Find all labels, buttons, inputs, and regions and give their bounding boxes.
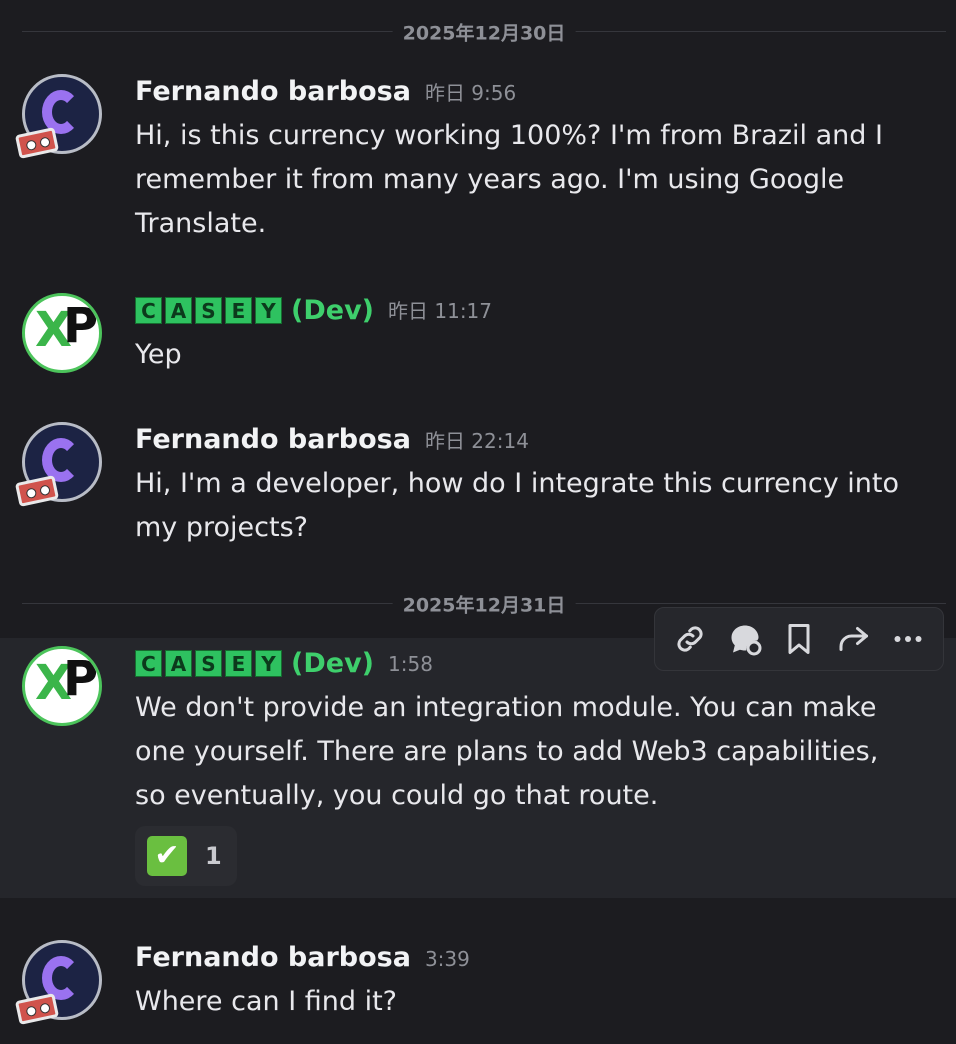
thread-icon[interactable] (722, 616, 768, 662)
message[interactable]: Fernando barbosa 3:39 Where can I find i… (0, 932, 956, 1042)
checkmark-icon: ✔ (147, 836, 187, 876)
message-text: Where can I find it? (135, 986, 398, 1017)
timestamp: 1:58 (388, 652, 433, 676)
reaction-count: 1 (205, 842, 222, 870)
timestamp: 昨日 9:56 (424, 81, 517, 105)
author-name[interactable]: Fernando barbosa (135, 942, 411, 973)
timestamp: 3:39 (424, 947, 470, 971)
date-divider: 2025年12月30日 (22, 18, 946, 46)
avatar[interactable]: XP (22, 293, 102, 373)
avatar[interactable] (14, 422, 102, 507)
message[interactable]: XP C A S E Y (Dev) 昨日 11:17 Yep (0, 285, 956, 385)
forward-icon[interactable] (830, 616, 876, 662)
avatar[interactable] (14, 940, 102, 1025)
timestamp: 昨日 22:14 (424, 429, 529, 453)
date-label: 2025年12月30日 (392, 18, 576, 46)
author-name[interactable]: Fernando barbosa (135, 76, 411, 107)
avatar[interactable]: XP (22, 646, 102, 726)
message-text: Hi, I'm a developer, how do I integrate … (135, 468, 899, 543)
date-divider: 2025年12月31日 (22, 590, 946, 618)
date-label: 2025年12月31日 (392, 590, 576, 618)
more-icon[interactable] (885, 616, 931, 662)
author-name[interactable]: C A S E Y (Dev) (135, 648, 374, 679)
message[interactable]: Fernando barbosa 昨日 9:56 Hi, is this cur… (0, 66, 956, 256)
message-text: Yep (135, 339, 182, 370)
message-actions-toolbar (654, 607, 944, 671)
reaction-checkmark[interactable]: ✔ 1 (135, 826, 237, 886)
avatar[interactable] (14, 74, 102, 159)
timestamp: 昨日 11:17 (388, 299, 493, 323)
bookmark-icon[interactable] (776, 616, 822, 662)
message-text: We don't provide an integration module. … (135, 692, 879, 811)
message[interactable]: XP C A S E Y (Dev) 1:58 We don't provide… (0, 638, 956, 898)
message-text: Hi, is this currency working 100%? I'm f… (135, 120, 883, 239)
link-icon[interactable] (667, 616, 713, 662)
message[interactable]: Fernando barbosa 昨日 22:14 Hi, I'm a deve… (0, 414, 956, 564)
author-name[interactable]: Fernando barbosa (135, 424, 411, 455)
author-name[interactable]: C A S E Y (Dev) (135, 295, 374, 326)
